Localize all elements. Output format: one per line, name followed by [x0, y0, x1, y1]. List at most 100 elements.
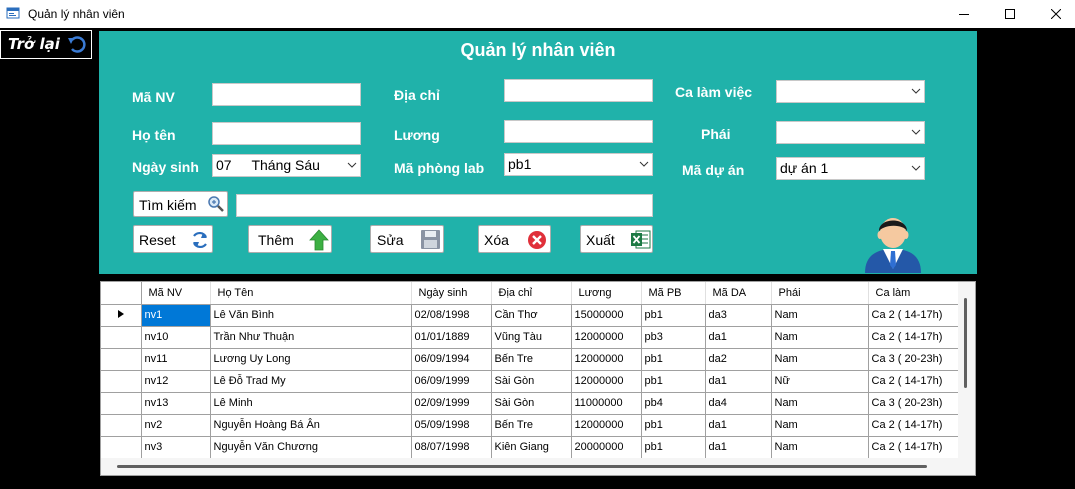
table-cell[interactable]: Ca 2 ( 14-17h) — [868, 370, 961, 393]
table-cell[interactable]: Nam — [771, 348, 869, 371]
table-cell[interactable]: pb1 — [641, 304, 706, 327]
ngay-sinh-datepicker[interactable]: 07 Tháng Sáu — [212, 154, 361, 177]
table-cell[interactable]: Nguyễn Văn Chương — [210, 436, 412, 459]
ma-nv-input[interactable] — [212, 83, 361, 106]
table-cell[interactable]: Nam — [771, 326, 869, 349]
table-cell[interactable]: Lương Uy Long — [210, 348, 412, 371]
table-cell[interactable]: nv1 — [141, 304, 211, 327]
table-cell[interactable]: Ca 2 ( 14-17h) — [868, 414, 961, 437]
add-button[interactable]: Thêm — [248, 225, 332, 253]
table-cell[interactable]: Ca 2 ( 14-17h) — [868, 436, 961, 459]
table-cell[interactable]: pb1 — [641, 348, 706, 371]
column-header-ca-lam[interactable]: Ca làm — [868, 282, 961, 305]
table-cell[interactable]: 20000000 — [571, 436, 642, 459]
column-header-dia-chi[interactable]: Địa chỉ — [491, 282, 572, 305]
column-header-ma-pb[interactable]: Mã PB — [641, 282, 706, 305]
row-header-cell[interactable] — [101, 348, 142, 371]
phai-select[interactable] — [776, 121, 925, 144]
ho-ten-input[interactable] — [212, 122, 361, 145]
table-row[interactable]: nv3 Nguyễn Văn Chương 08/07/1998 Kiên Giang… — [101, 436, 961, 459]
maximize-button[interactable] — [987, 0, 1033, 28]
table-cell[interactable]: Lê Đỗ Trad My — [210, 370, 412, 393]
ca-lam-viec-select[interactable] — [776, 80, 925, 103]
table-cell[interactable]: pb3 — [641, 326, 706, 349]
column-header-ngay-sinh[interactable]: Ngày sinh — [411, 282, 492, 305]
table-cell[interactable]: Nam — [771, 414, 869, 437]
table-row[interactable]: nv13 Lê Minh 02/09/1999 Sài Gòn 11000000 pb4 d… — [101, 392, 961, 415]
table-cell[interactable]: Nam — [771, 392, 869, 415]
table-cell[interactable]: da1 — [705, 414, 772, 437]
table-cell[interactable]: Sài Gòn — [491, 392, 572, 415]
luong-input[interactable] — [504, 120, 653, 143]
table-cell[interactable]: Nam — [771, 304, 869, 327]
minimize-button[interactable] — [941, 0, 987, 28]
table-cell[interactable]: Bến Tre — [491, 414, 572, 437]
table-cell[interactable]: 12000000 — [571, 348, 642, 371]
table-cell[interactable]: Ca 2 ( 14-17h) — [868, 304, 961, 327]
table-cell[interactable]: pb4 — [641, 392, 706, 415]
table-cell[interactable]: Vũng Tàu — [491, 326, 572, 349]
table-cell[interactable]: Sài Gòn — [491, 370, 572, 393]
table-cell[interactable]: pb1 — [641, 436, 706, 459]
table-cell[interactable]: Lê Văn Bình — [210, 304, 412, 327]
table-cell[interactable]: 01/01/1889 — [411, 326, 492, 349]
employee-data-grid[interactable]: Mã NV Họ Tên Ngày sinh Địa chỉ Lương Mã … — [100, 281, 976, 476]
row-header-cell[interactable] — [101, 304, 142, 327]
table-cell[interactable]: nv11 — [141, 348, 211, 371]
table-cell[interactable]: Bến Tre — [491, 348, 572, 371]
table-cell[interactable]: 05/09/1998 — [411, 414, 492, 437]
table-cell[interactable]: pb1 — [641, 370, 706, 393]
table-cell[interactable]: 12000000 — [571, 414, 642, 437]
table-cell[interactable]: 06/09/1999 — [411, 370, 492, 393]
table-cell[interactable]: nv2 — [141, 414, 211, 437]
column-header-luong[interactable]: Lương — [571, 282, 642, 305]
table-cell[interactable]: da1 — [705, 436, 772, 459]
row-header-cell[interactable] — [101, 414, 142, 437]
table-row[interactable]: nv12 Lê Đỗ Trad My 06/09/1999 Sài Gòn 120000… — [101, 370, 961, 393]
row-header-cell[interactable] — [101, 370, 142, 393]
table-cell[interactable]: 06/09/1994 — [411, 348, 492, 371]
row-header-cell[interactable] — [101, 392, 142, 415]
table-cell[interactable]: Cần Thơ — [491, 304, 572, 327]
table-cell[interactable]: 12000000 — [571, 326, 642, 349]
column-header-ma-da[interactable]: Mã DA — [705, 282, 772, 305]
table-cell[interactable]: nv13 — [141, 392, 211, 415]
vertical-scrollbar[interactable] — [958, 282, 975, 458]
table-cell[interactable]: 08/07/1998 — [411, 436, 492, 459]
back-button[interactable]: Trở lại — [0, 30, 92, 59]
table-cell[interactable]: 02/09/1999 — [411, 392, 492, 415]
edit-button[interactable]: Sửa — [370, 225, 444, 253]
column-header-ma-nv[interactable]: Mã NV — [141, 282, 211, 305]
reset-button[interactable]: Reset — [133, 225, 213, 253]
table-cell[interactable]: da1 — [705, 370, 772, 393]
table-cell[interactable]: Nữ — [771, 370, 869, 393]
table-cell[interactable]: da2 — [705, 348, 772, 371]
table-cell[interactable]: nv3 — [141, 436, 211, 459]
delete-button[interactable]: Xóa — [478, 225, 551, 253]
table-cell[interactable]: da4 — [705, 392, 772, 415]
table-cell[interactable]: Lê Minh — [210, 392, 412, 415]
ma-du-an-select[interactable]: dự án 1 — [776, 157, 925, 180]
table-cell[interactable]: 02/08/1998 — [411, 304, 492, 327]
table-cell[interactable]: nv10 — [141, 326, 211, 349]
table-cell[interactable]: Kiên Giang — [491, 436, 572, 459]
row-header-cell[interactable] — [101, 436, 142, 459]
table-cell[interactable]: 15000000 — [571, 304, 642, 327]
search-button[interactable]: Tìm kiếm — [133, 191, 228, 217]
ma-phong-lab-select[interactable]: pb1 — [504, 153, 653, 176]
dia-chi-input[interactable] — [504, 79, 653, 102]
table-cell[interactable]: nv12 — [141, 370, 211, 393]
horizontal-scrollbar[interactable] — [101, 458, 975, 475]
table-row[interactable]: nv1 Lê Văn Bình 02/08/1998 Cần Thơ 15000000 p… — [101, 304, 961, 327]
table-cell[interactable]: Nam — [771, 436, 869, 459]
table-row[interactable]: nv10 Trần Như Thuận 01/01/1889 Vũng Tàu 1200… — [101, 326, 961, 349]
row-header-cell[interactable] — [101, 326, 142, 349]
table-cell[interactable]: 11000000 — [571, 392, 642, 415]
table-row[interactable]: nv11 Lương Uy Long 06/09/1994 Bến Tre 120000… — [101, 348, 961, 371]
column-header-phai[interactable]: Phái — [771, 282, 869, 305]
table-cell[interactable]: da3 — [705, 304, 772, 327]
table-cell[interactable]: Ca 3 ( 20-23h) — [868, 348, 961, 371]
table-cell[interactable]: Ca 2 ( 14-17h) — [868, 326, 961, 349]
vertical-scroll-thumb[interactable] — [964, 298, 967, 388]
table-cell[interactable]: Trần Như Thuận — [210, 326, 412, 349]
